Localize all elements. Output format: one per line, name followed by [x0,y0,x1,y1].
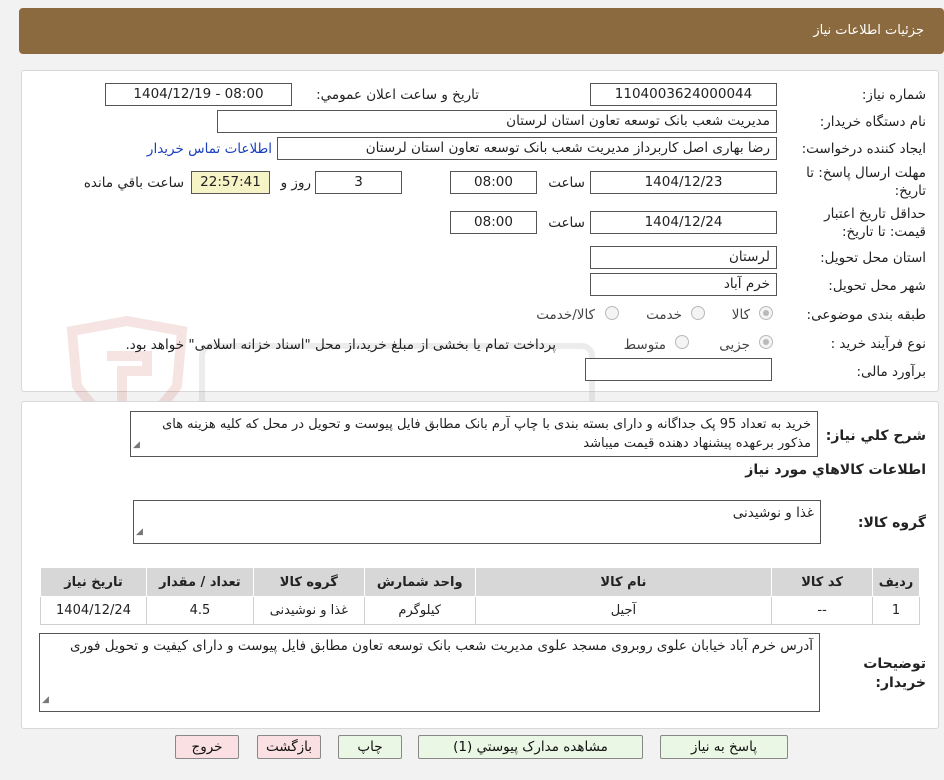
category-service-label: خدمت [646,307,682,323]
cell-row: 1 [872,596,920,625]
description-content: خرید به تعداد 95 پک جداگانه و دارای بسته… [162,417,811,451]
cell-quantity: 4.5 [146,596,254,625]
validity-time-label: ساعت [548,215,585,231]
buyer-notes-text: آدرس خرم آباد خیابان علوی روبروی مسجد عل… [69,638,813,654]
purchase-minor-label: جزیی [719,337,750,353]
days-label: روز و [280,175,311,191]
deadline-time-field: 08:00 [450,171,537,194]
col-name: نام کالا [474,567,773,597]
col-quantity: تعداد / مقدار [146,567,254,597]
category-label: طبقه بندی موضوعی: [806,307,926,323]
cell-name: آجیل [474,596,773,625]
deadline-label-2: تاریخ: [894,183,926,199]
print-button[interactable]: چاپ [338,735,402,759]
attachments-button[interactable]: مشاهده مدارک پیوستي (1) [418,735,643,759]
category-goods-label: کالا [731,307,750,323]
remaining-label: ساعت باقي مانده [83,175,184,191]
cell-unit: کیلوگرم [363,596,476,625]
validity-label: حداقل تاریخ اعتبار [824,206,926,222]
cell-group: غذا و نوشیدنی [252,596,365,625]
category-radio-service[interactable] [691,306,705,320]
goods-table-header: رديف کد کالا نام کالا واحد شمارش گروه کا… [40,567,920,597]
description-text: خرید به تعداد 95 پک جداگانه و دارای بسته… [130,411,818,457]
purchase-type-label: نوع فرآیند خرید : [830,336,926,352]
budget-field [585,358,772,381]
back-button[interactable]: بازگشت [257,735,321,759]
resize-grip-icon: ◢ [136,527,143,537]
cell-code: -- [771,596,874,625]
validity-label-2: قیمت: تا تاریخ: [842,224,926,240]
buyer-notes-label-2: خریدار: [875,675,926,691]
page-title: جزئیات اطلاعات نیاز [813,23,924,38]
category-radio-both[interactable] [605,306,619,320]
buyer-contact-link[interactable]: اطلاعات تماس خریدار [147,141,272,157]
days-field: 3 [315,171,402,194]
province-field: لرستان [590,246,777,269]
goods-group-field: غذا و نوشیدنی ◢ [133,500,821,544]
province-label: استان محل تحویل: [820,250,926,266]
buyer-notes-field: آدرس خرم آباد خیابان علوی روبروی مسجد عل… [39,633,820,712]
category-both-label: کالا/خدمت [536,307,595,323]
col-row: رديف [872,567,920,597]
requester-label: ایجاد کننده درخواست: [801,141,926,157]
table-row: 1 -- آجیل کیلوگرم غذا و نوشیدنی 4.5 1404… [40,596,920,625]
resize-grip-icon: ◢ [133,440,140,450]
need-number-label: شماره نیاز: [861,87,926,103]
category-radio-goods[interactable] [759,306,773,320]
col-unit: واحد شمارش [363,567,476,597]
buyer-org-label: نام دستگاه خريدار: [819,114,926,130]
need-info-panel: شماره نیاز: 1104003624000044 تاریخ و ساع… [21,70,939,436]
purchase-radio-minor[interactable] [759,335,773,349]
validity-date-field: 1404/12/24 [590,211,777,234]
goods-group-label: گروه کالا: [857,515,926,531]
purchase-medium-label: متوسط [623,337,666,353]
col-group: گروه کالا [252,567,365,597]
validity-time-field: 08:00 [450,211,537,234]
purchase-note: پرداخت تمام یا بخشی از مبلغ خرید،از محل … [125,337,556,353]
city-label: شهر محل تحویل: [828,278,926,294]
buyer-org-field: مدیریت شعب بانک توسعه تعاون استان لرستان [217,110,777,133]
goods-section-title: اطلاعات کالاهاي مورد نياز [745,462,926,478]
reply-button[interactable]: پاسخ به نیاز [660,735,788,759]
page-header: جزئیات اطلاعات نیاز [19,8,944,54]
goods-panel: شرح کلي نياز: خرید به تعداد 95 پک جداگان… [21,401,939,729]
budget-label: برآورد مالی: [856,364,926,380]
goods-table: رديف کد کالا نام کالا واحد شمارش گروه کا… [40,567,920,625]
col-date: تاریخ نیاز [40,567,147,597]
col-code: کد کالا [771,567,874,597]
goods-group-value: غذا و نوشیدنی [732,505,814,521]
buyer-notes-label: توضیحات [863,656,926,672]
deadline-date-field: 1404/12/23 [590,171,777,194]
remaining-time-field: 22:57:41 [191,171,270,194]
deadline-label: مهلت ارسال پاسخ: تا [806,165,926,181]
purchase-radio-medium[interactable] [675,335,689,349]
deadline-time-label: ساعت [548,175,585,191]
announce-label: تاریخ و ساعت اعلان عمومي: [316,87,479,103]
announce-field: 1404/12/19 - 08:00 [105,83,292,106]
resize-grip-icon: ◢ [42,695,49,705]
requester-field: رضا بهاری اصل کاربرداز مدیریت شعب بانک ت… [277,137,777,160]
need-number-field: 1104003624000044 [590,83,777,106]
cell-date: 1404/12/24 [40,596,147,625]
exit-button[interactable]: خروج [175,735,239,759]
city-field: خرم آباد [590,273,777,296]
description-label: شرح کلي نياز: [825,428,926,444]
